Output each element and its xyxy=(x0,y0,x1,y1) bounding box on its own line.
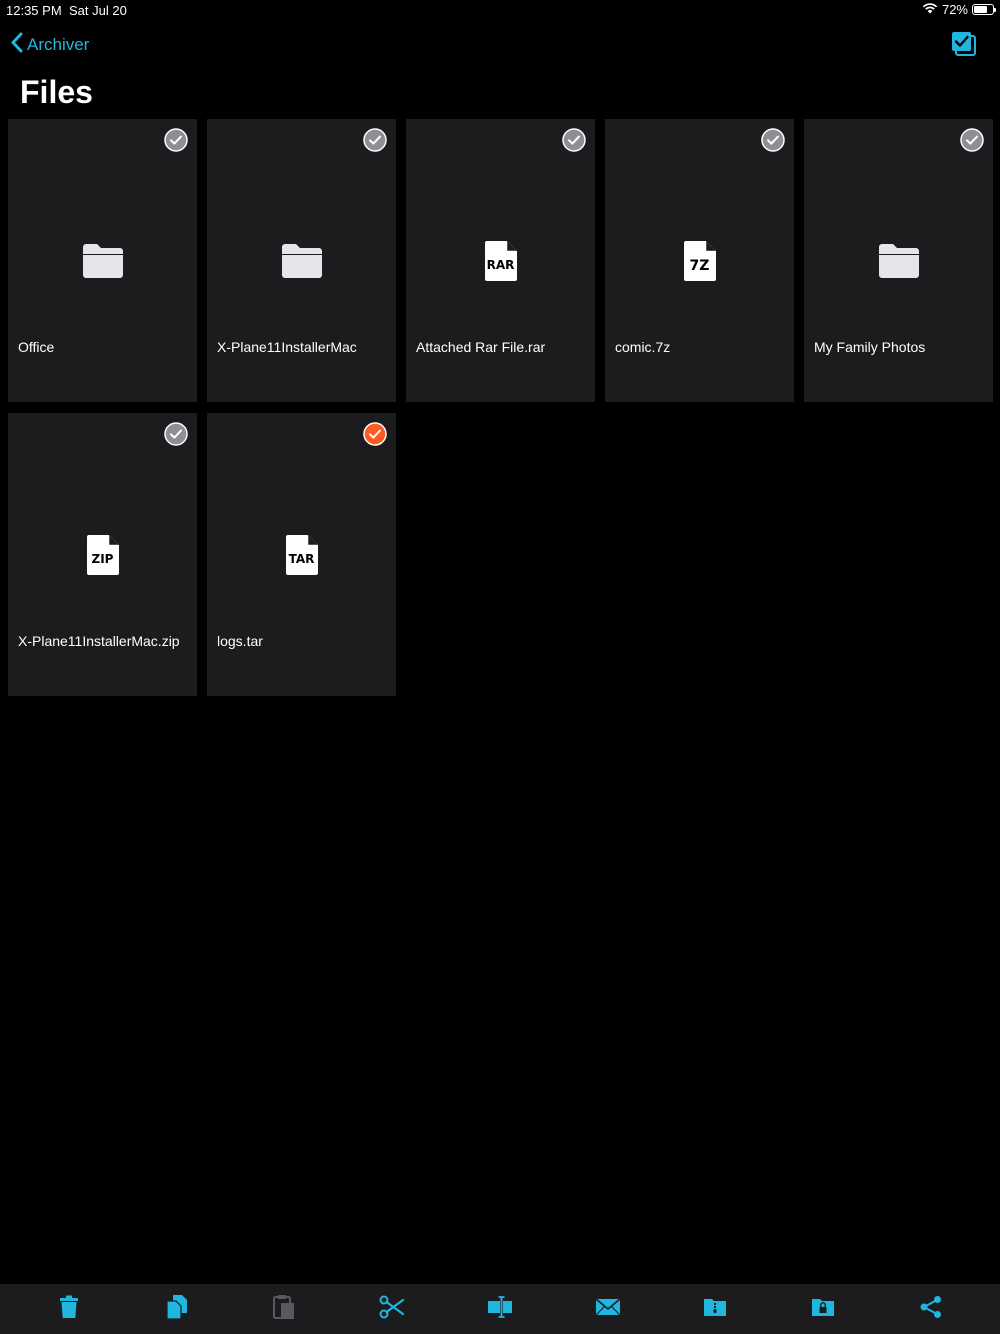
status-date: Sat Jul 20 xyxy=(69,3,127,18)
bottom-toolbar xyxy=(0,1284,1000,1334)
selected-check-icon[interactable] xyxy=(363,422,387,446)
file-name: Office xyxy=(18,339,55,355)
rename-button[interactable] xyxy=(480,1289,520,1329)
rename-icon xyxy=(487,1295,513,1324)
copy-icon xyxy=(164,1294,190,1325)
zip-folder-icon xyxy=(703,1296,727,1323)
paste-icon xyxy=(272,1294,296,1325)
file-name: X-Plane11InstallerMac xyxy=(217,339,357,355)
nav-bar: Archiver xyxy=(0,28,1000,62)
file-type-badge: TAR xyxy=(288,552,315,566)
file-tile[interactable]: 7Z comic.7z xyxy=(605,119,794,402)
battery-percent: 72% xyxy=(941,2,968,17)
share-button[interactable] xyxy=(911,1289,951,1329)
file-tile[interactable]: My Family Photos xyxy=(804,119,993,402)
folder-icon xyxy=(280,239,324,283)
file-tile[interactable]: RAR Attached Rar File.rar xyxy=(406,119,595,402)
unselected-check-icon[interactable] xyxy=(960,128,984,152)
file-name: X-Plane11InstallerMac.zip xyxy=(18,633,180,649)
back-label: Archiver xyxy=(27,35,90,54)
file-tile[interactable]: TAR logs.tar xyxy=(207,413,396,696)
mail-button[interactable] xyxy=(588,1289,628,1329)
select-all-checkbox-icon xyxy=(950,32,978,62)
share-icon xyxy=(919,1295,943,1324)
unselected-check-icon[interactable] xyxy=(761,128,785,152)
file-name: comic.7z xyxy=(615,339,671,355)
select-all-button[interactable] xyxy=(950,30,978,58)
unselected-check-icon[interactable] xyxy=(363,128,387,152)
status-right: 72% xyxy=(922,2,996,17)
trash-icon xyxy=(58,1295,80,1324)
file-tile[interactable]: ZIP X-Plane11InstallerMac.zip xyxy=(8,413,197,696)
status-time: 12:35 PM xyxy=(6,3,62,18)
scissors-icon xyxy=(379,1295,405,1324)
scissors-button[interactable] xyxy=(372,1289,412,1329)
folder-icon xyxy=(877,239,921,283)
file-type-badge: 7Z xyxy=(689,258,710,274)
wifi-icon xyxy=(922,2,938,17)
battery-fill xyxy=(974,6,987,13)
lock-folder-button[interactable] xyxy=(803,1289,843,1329)
status-bar: 12:35 PM Sat Jul 20 72% xyxy=(0,0,1000,20)
folder-icon xyxy=(81,239,125,283)
back-button[interactable]: Archiver xyxy=(10,32,89,58)
unselected-check-icon[interactable] xyxy=(164,128,188,152)
zip-folder-button[interactable] xyxy=(695,1289,735,1329)
lock-folder-icon xyxy=(811,1296,835,1323)
page-title: Files xyxy=(20,74,93,110)
archive-file-icon: TAR xyxy=(280,533,324,577)
chevron-left-icon xyxy=(10,32,23,58)
mail-icon xyxy=(595,1297,621,1322)
archive-file-icon: RAR xyxy=(479,239,523,283)
file-tile[interactable]: Office xyxy=(8,119,197,402)
copy-button[interactable] xyxy=(157,1289,197,1329)
battery-icon xyxy=(972,4,996,15)
unselected-check-icon[interactable] xyxy=(164,422,188,446)
file-type-badge: RAR xyxy=(486,258,515,272)
archive-file-icon: ZIP xyxy=(81,533,125,577)
file-type-badge: ZIP xyxy=(91,552,114,566)
file-name: Attached Rar File.rar xyxy=(416,339,546,355)
paste-button[interactable] xyxy=(264,1289,304,1329)
file-tile[interactable]: X-Plane11InstallerMac xyxy=(207,119,396,402)
trash-button[interactable] xyxy=(49,1289,89,1329)
file-name: logs.tar xyxy=(217,633,263,649)
file-name: My Family Photos xyxy=(814,339,926,355)
archive-file-icon: 7Z xyxy=(678,239,722,283)
unselected-check-icon[interactable] xyxy=(562,128,586,152)
